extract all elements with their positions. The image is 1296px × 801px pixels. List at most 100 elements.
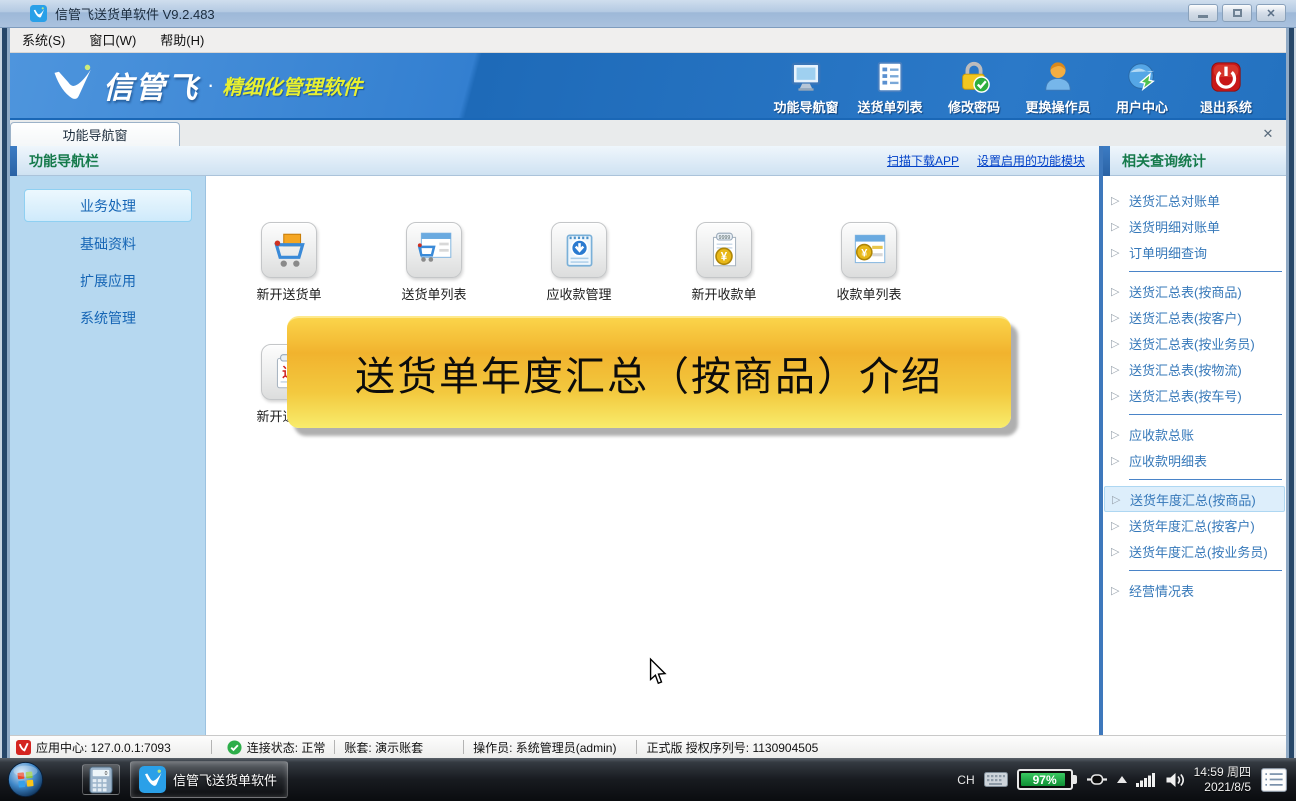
status-separator	[334, 740, 335, 754]
arrow-icon: ▷	[1111, 428, 1129, 441]
status-operator: 操作员: 系统管理员(admin)	[473, 739, 616, 756]
app-logo-icon	[139, 766, 166, 793]
arrow-icon: ▷	[1111, 389, 1129, 402]
query-item-selected[interactable]: ▷送货年度汇总(按商品)	[1104, 486, 1285, 512]
query-item[interactable]: ▷送货汇总表(按业务员)	[1104, 330, 1285, 356]
toolbar-exit-system[interactable]: 退出系统	[1184, 60, 1268, 116]
svg-text:0: 0	[105, 771, 108, 777]
module-settings-link[interactable]: 设置启用的功能模块	[977, 152, 1085, 169]
status-app-center: 应用中心: 127.0.0.1:7093	[36, 739, 171, 756]
start-button[interactable]	[7, 761, 44, 798]
query-item[interactable]: ▷送货汇总表(按商品)	[1104, 278, 1285, 304]
main-area: 新开送货单 送货单列表 应收款管理 9999¥ 新开收款单 ¥ 收款单列表 退 …	[207, 176, 1099, 735]
svg-text:¥: ¥	[721, 252, 728, 264]
query-item[interactable]: ▷送货汇总表(按车号)	[1104, 382, 1285, 408]
sidebar-item-business[interactable]: 业务处理	[24, 189, 192, 222]
delivery-list-window-icon	[413, 229, 455, 271]
window-border-right	[1286, 28, 1296, 758]
task-button-app[interactable]: 信管飞送货单软件	[130, 761, 288, 798]
sidebar-item-extensions[interactable]: 扩展应用	[24, 265, 192, 298]
menu-help[interactable]: 帮助(H)	[148, 28, 216, 52]
taskbar: 0 信管飞送货单软件 CH 97% 14:59 周四 2021/8/	[0, 758, 1296, 801]
tab-nav-window[interactable]: 功能导航窗	[10, 122, 180, 148]
query-item[interactable]: ▷送货明细对账单	[1104, 213, 1285, 239]
battery-icon: 97%	[1017, 769, 1073, 790]
toolbar-switch-operator[interactable]: 更换操作员	[1016, 60, 1100, 116]
arrow-icon: ▷	[1111, 311, 1129, 324]
clock-date: 2021/8/5	[1204, 780, 1251, 794]
brand-separator: ·	[207, 72, 214, 98]
menu-bar: 系统(S) 窗口(W) 帮助(H)	[10, 28, 1286, 53]
query-item[interactable]: ▷送货汇总表(按物流)	[1104, 356, 1285, 382]
shortcut-delivery-list[interactable]: 送货单列表	[382, 222, 486, 303]
query-panel: ▷送货汇总对账单 ▷送货明细对账单 ▷订单明细查询 ▷送货汇总表(按商品) ▷送…	[1103, 176, 1286, 735]
calculator-taskbar-button[interactable]: 0	[82, 764, 120, 795]
arrow-icon: ▷	[1111, 220, 1129, 233]
app-header: 信管飞 · 精细化管理软件 功能导航窗 送货单列表 修改密码 更换操作员	[10, 53, 1286, 118]
minimize-button[interactable]	[1188, 4, 1218, 22]
battery-indicator[interactable]: 97%	[1017, 769, 1077, 790]
app-window: 信管飞送货单软件 V9.2.483 ✕ 系统(S) 窗口(W) 帮助(H) 信管…	[0, 0, 1296, 801]
title-bar: 信管飞送货单软件 V9.2.483 ✕	[0, 0, 1296, 28]
query-item[interactable]: ▷送货年度汇总(按客户)	[1104, 512, 1285, 538]
brand-mark-icon	[45, 63, 97, 107]
receivable-manage-icon	[558, 229, 600, 271]
arrow-icon: ▷	[1111, 363, 1129, 376]
toolbar-user-center[interactable]: 用户中心	[1100, 60, 1184, 116]
query-item[interactable]: ▷送货汇总表(按客户)	[1104, 304, 1285, 330]
notes-tray-icon[interactable]	[1260, 767, 1288, 793]
taskbar-clock[interactable]: 14:59 周四 2021/8/5	[1194, 765, 1251, 795]
group-divider	[1129, 414, 1282, 415]
language-indicator[interactable]: CH	[957, 773, 974, 787]
volume-icon[interactable]	[1165, 772, 1185, 788]
shortcut-receivable-manage[interactable]: 应收款管理	[527, 222, 631, 303]
intro-banner: 送货单年度汇总（按商品）介绍	[287, 316, 1011, 428]
arrow-icon: ▷	[1111, 454, 1129, 467]
change-password-icon	[957, 60, 991, 94]
keyboard-icon[interactable]	[984, 772, 1008, 787]
toolbar-nav-window[interactable]: 功能导航窗	[764, 60, 848, 116]
sidebar-item-basedata[interactable]: 基础资料	[24, 228, 192, 261]
tab-strip: 功能导航窗 ✕	[10, 118, 1286, 146]
nav-section-header: 功能导航栏 扫描下载APP 设置启用的功能模块	[10, 146, 1099, 176]
toolbar-change-password[interactable]: 修改密码	[932, 60, 1016, 116]
status-separator	[636, 740, 637, 754]
toolbar-delivery-list[interactable]: 送货单列表	[848, 60, 932, 116]
shortcut-receipt-list[interactable]: ¥ 收款单列表	[817, 222, 921, 303]
mouse-cursor	[644, 657, 670, 687]
arrow-icon: ▷	[1111, 194, 1129, 207]
group-divider	[1129, 479, 1282, 480]
tray-expand-icon[interactable]	[1117, 776, 1127, 783]
brand-logo: 信管飞 · 精细化管理软件	[45, 63, 362, 107]
query-item[interactable]: ▷应收款总账	[1104, 421, 1285, 447]
status-bar: 应用中心: 127.0.0.1:7093 连接状态: 正常 账套: 演示账套 操…	[10, 735, 1286, 758]
accent-bar	[10, 146, 17, 176]
arrow-icon: ▷	[1111, 246, 1129, 259]
query-item[interactable]: ▷送货汇总对账单	[1104, 187, 1285, 213]
battery-percent: 97%	[1033, 773, 1057, 787]
user-center-icon	[1125, 60, 1159, 94]
shortcut-new-delivery[interactable]: 新开送货单	[237, 222, 341, 303]
close-button[interactable]: ✕	[1256, 4, 1286, 22]
download-app-link[interactable]: 扫描下载APP	[887, 152, 959, 169]
query-item[interactable]: ▷应收款明细表	[1104, 447, 1285, 473]
status-separator	[463, 740, 464, 754]
menu-window[interactable]: 窗口(W)	[77, 28, 148, 52]
intro-banner-text: 送货单年度汇总（按商品）介绍	[355, 344, 943, 402]
menu-system[interactable]: 系统(S)	[10, 28, 77, 52]
tab-close-icon[interactable]: ✕	[1260, 126, 1276, 142]
connection-ok-icon	[227, 740, 242, 755]
delivery-list-icon	[873, 60, 907, 94]
query-item[interactable]: ▷送货年度汇总(按业务员)	[1104, 538, 1285, 564]
sidebar-item-system[interactable]: 系统管理	[24, 302, 192, 335]
status-connection: 连接状态: 正常	[247, 739, 326, 756]
status-account: 账套: 演示账套	[344, 739, 423, 756]
restore-button[interactable]	[1222, 4, 1252, 22]
query-section-title: 相关查询统计	[1122, 151, 1206, 171]
shortcut-new-receipt[interactable]: 9999¥ 新开收款单	[672, 222, 776, 303]
query-item[interactable]: ▷经营情况表	[1104, 577, 1285, 603]
restore-icon	[1233, 9, 1242, 17]
status-license: 正式版 授权序列号: 1130904505	[646, 739, 818, 756]
network-signal-icon[interactable]	[1136, 772, 1156, 787]
query-item[interactable]: ▷订单明细查询	[1104, 239, 1285, 265]
